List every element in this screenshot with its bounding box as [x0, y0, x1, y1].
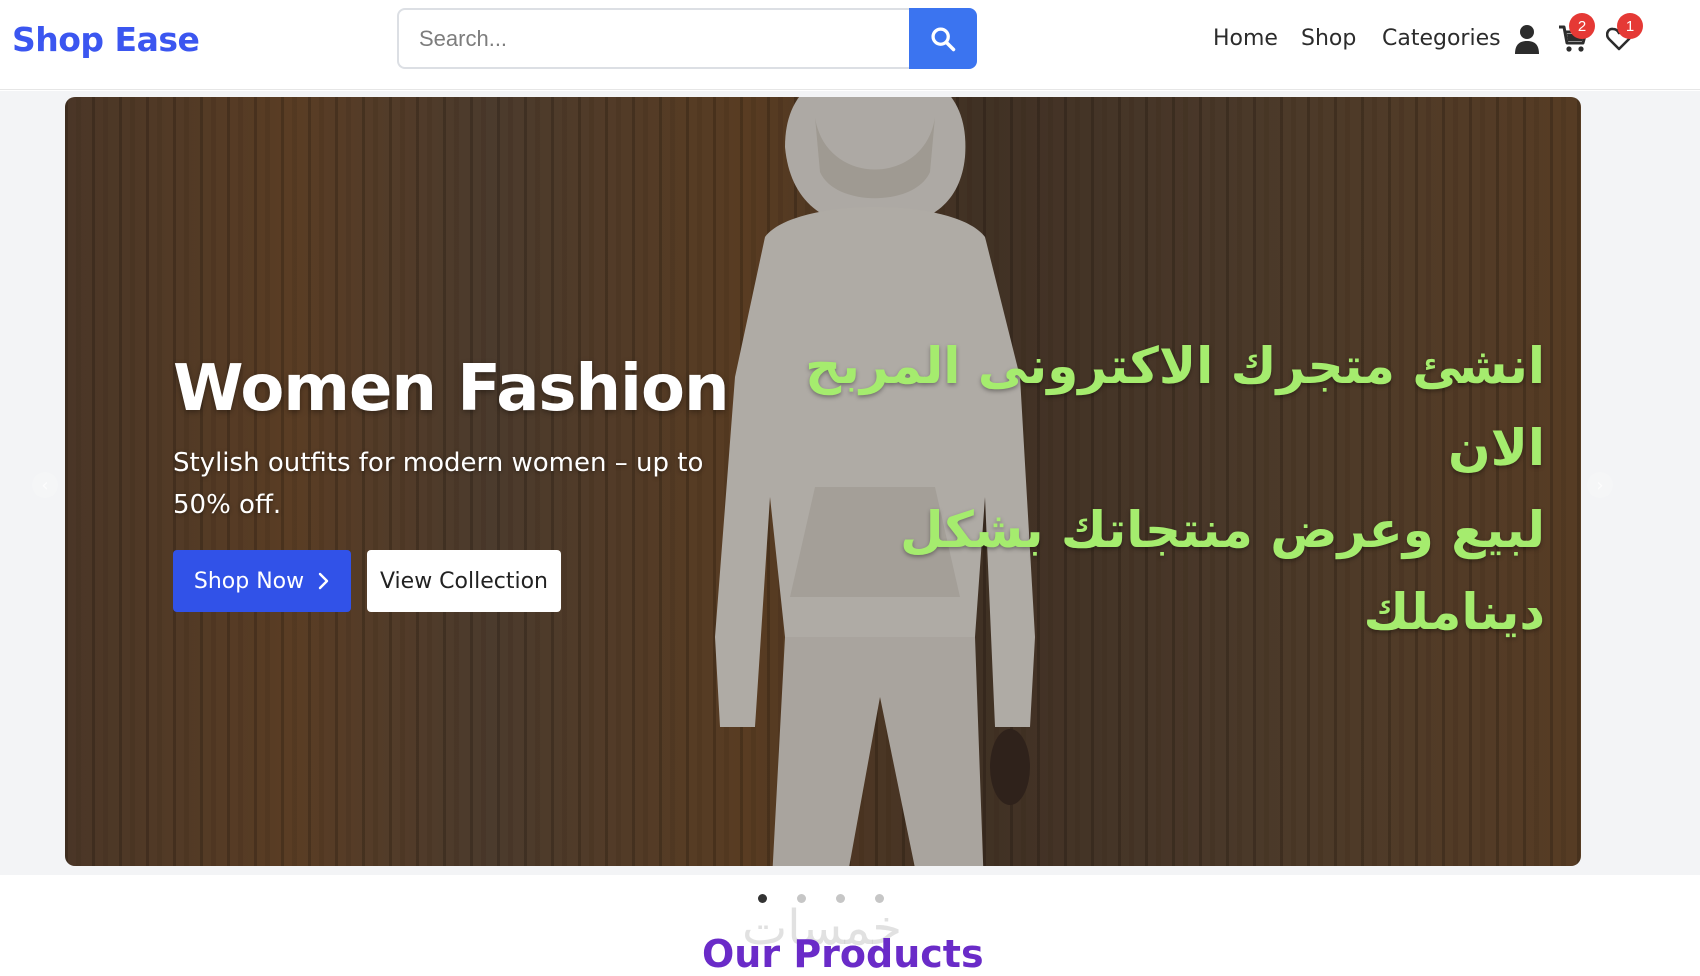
our-products-title: Our Products [702, 932, 984, 976]
carousel-prev-arrow[interactable]: ‹ [32, 472, 58, 498]
hero-title: Women Fashion [173, 352, 729, 426]
nav-categories[interactable]: Categories [1382, 26, 1501, 51]
user-icon [1515, 25, 1539, 54]
cart-count-badge: 2 [1569, 13, 1595, 39]
nav-shop[interactable]: Shop [1301, 26, 1356, 51]
search-bar [397, 8, 977, 69]
search-icon [931, 26, 956, 51]
view-collection-button[interactable]: View Collection [367, 550, 561, 612]
carousel-next-arrow[interactable]: › [1587, 472, 1613, 498]
site-header: Shop Ease Home Shop Categories 2 1 [0, 0, 1700, 90]
hero-carousel: Women Fashion Stylish outfits for modern… [65, 97, 1581, 866]
search-button[interactable] [909, 8, 977, 69]
wishlist-count-badge: 1 [1617, 13, 1643, 39]
hero-subtitle: Stylish outfits for modern women – up to… [173, 448, 704, 520]
nav-home[interactable]: Home [1213, 26, 1278, 51]
search-input[interactable] [397, 8, 909, 69]
account-button[interactable] [1510, 22, 1544, 56]
arabic-promo-line-1: انشئ متجرك الاكترونى المربح الان [805, 337, 1545, 477]
arabic-promo-line-2: لبيع وعرض منتجاتك بشكل ديناملك [900, 501, 1545, 641]
brand-logo[interactable]: Shop Ease [12, 20, 200, 59]
arabic-promo-text: انشئ متجرك الاكترونى المربح الان لبيع وع… [805, 325, 1545, 653]
shop-now-label: Shop Now [193, 568, 305, 594]
shop-now-button[interactable]: Shop Now [173, 550, 351, 612]
chevron-right-icon [318, 572, 329, 590]
